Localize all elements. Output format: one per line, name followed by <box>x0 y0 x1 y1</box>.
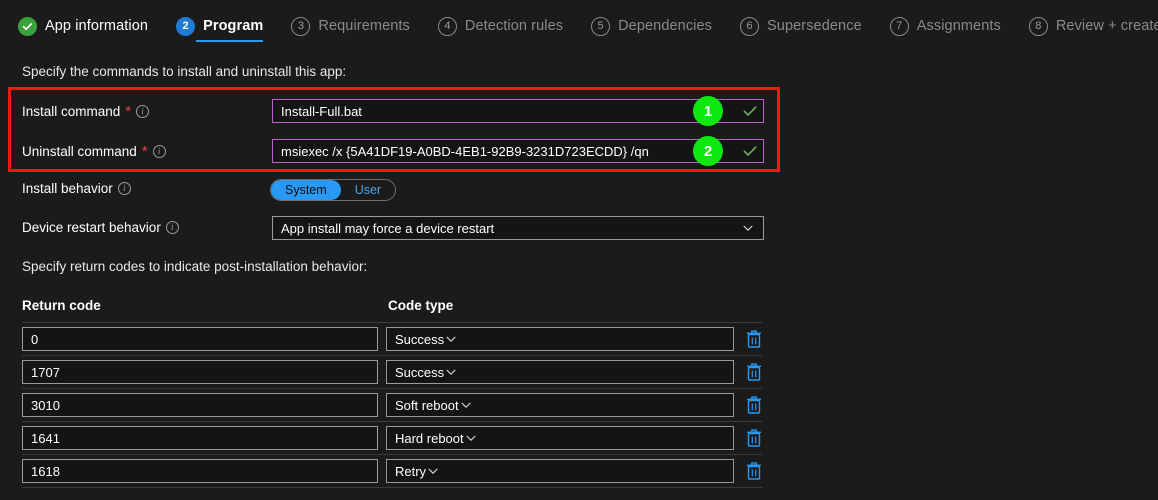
wizard-step-nav: App information 2 Program 3 Requirements… <box>0 0 1158 52</box>
info-icon[interactable]: i <box>152 144 166 158</box>
delete-row-button[interactable] <box>746 363 762 381</box>
uninstall-command-label-text: Uninstall command <box>22 143 137 159</box>
chevron-down-icon <box>444 365 458 379</box>
install-command-row: Install command * i <box>0 98 790 124</box>
check-circle-icon <box>18 16 37 36</box>
wizard-step-label: Requirements <box>318 18 410 34</box>
device-restart-behavior-value: App install may force a device restart <box>281 220 495 236</box>
info-icon[interactable]: i <box>117 182 131 195</box>
uninstall-command-label: Uninstall command * i <box>22 144 166 159</box>
device-restart-behavior-label-text: Device restart behavior <box>22 220 161 235</box>
install-behavior-label: Install behavior i <box>22 181 131 196</box>
uninstall-command-row: Uninstall command * i <box>0 138 790 164</box>
chevron-down-icon <box>741 221 755 235</box>
column-header-code-type: Code type <box>388 298 454 313</box>
wizard-step-dependencies[interactable]: 5 Dependencies <box>591 0 726 52</box>
required-asterisk: * <box>125 102 132 120</box>
wizard-step-label: Detection rules <box>464 18 564 34</box>
install-behavior-label-text: Install behavior <box>22 181 113 196</box>
return-code-input[interactable] <box>22 360 378 384</box>
device-restart-behavior-label: Device restart behavior i <box>22 220 179 235</box>
return-codes-table: Return code Code type Success <box>22 298 762 488</box>
table-header-row: Return code Code type <box>22 298 762 322</box>
wizard-step-label: Review + create <box>1055 18 1158 34</box>
code-type-select[interactable]: Soft reboot <box>385 393 734 417</box>
wizard-step-label: Supersedence <box>767 18 862 34</box>
valid-check-icon <box>742 143 758 159</box>
code-type-select[interactable]: Hard reboot <box>385 426 734 450</box>
wizard-step-label: Dependencies <box>618 18 713 34</box>
table-row-divider <box>22 487 762 488</box>
return-codes-section-heading: Specify return codes to indicate post-in… <box>22 259 368 274</box>
code-type-value: Hard reboot <box>394 430 464 446</box>
wizard-step-supersedence[interactable]: 6 Supersedence <box>740 0 876 52</box>
column-header-return-code: Return code <box>22 298 101 313</box>
code-type-value: Soft reboot <box>394 397 459 413</box>
step-number-badge: 2 <box>176 16 196 36</box>
wizard-step-review-create[interactable]: 8 Review + create <box>1028 0 1158 52</box>
step-number-badge: 4 <box>437 16 457 36</box>
delete-row-button[interactable] <box>746 396 762 414</box>
wizard-step-label: Program <box>203 18 264 34</box>
step-number-badge: 3 <box>291 16 311 36</box>
wizard-step-app-information[interactable]: App information <box>18 0 162 52</box>
info-icon[interactable]: i <box>136 104 150 118</box>
table-row: Hard reboot <box>22 422 762 454</box>
install-behavior-option-system[interactable]: System <box>271 180 341 200</box>
return-code-input[interactable] <box>22 459 378 483</box>
wizard-step-assignments[interactable]: 7 Assignments <box>889 0 1015 52</box>
annotation-marker-2: 2 <box>693 136 723 166</box>
code-type-value: Success <box>394 364 445 380</box>
wizard-step-label: App information <box>45 18 149 34</box>
table-row: Success <box>22 356 762 388</box>
uninstall-command-input[interactable] <box>272 139 764 163</box>
wizard-step-label: Assignments <box>916 18 1001 34</box>
table-row: Success <box>22 323 762 355</box>
table-row: Soft reboot <box>22 389 762 421</box>
step-number-badge: 6 <box>740 16 760 36</box>
code-type-select[interactable]: Success <box>385 327 734 351</box>
step-number-badge: 8 <box>1028 16 1048 36</box>
return-code-input[interactable] <box>22 393 378 417</box>
code-type-value: Success <box>394 331 445 347</box>
delete-row-button[interactable] <box>746 330 762 348</box>
return-code-input[interactable] <box>22 327 378 351</box>
chevron-down-icon <box>444 332 458 346</box>
code-type-select[interactable]: Success <box>385 360 734 384</box>
table-row: Retry <box>22 455 762 487</box>
chevron-down-icon <box>426 464 440 478</box>
program-step-page: App information 2 Program 3 Requirements… <box>0 0 1158 500</box>
install-behavior-toggle[interactable]: System User <box>270 179 397 201</box>
chevron-down-icon <box>464 431 478 445</box>
valid-check-icon <box>742 103 758 119</box>
install-command-label-text: Install command <box>22 103 121 119</box>
commands-section-heading: Specify the commands to install and unin… <box>22 64 347 79</box>
info-icon[interactable]: i <box>165 221 179 234</box>
annotation-marker-1: 1 <box>693 96 723 126</box>
install-behavior-option-user[interactable]: User <box>341 180 395 200</box>
wizard-step-detection-rules[interactable]: 4 Detection rules <box>437 0 577 52</box>
chevron-down-icon <box>459 398 473 412</box>
delete-row-button[interactable] <box>746 429 762 447</box>
wizard-step-program[interactable]: 2 Program <box>176 0 277 52</box>
code-type-value: Retry <box>394 463 427 479</box>
step-number-badge: 7 <box>889 16 909 36</box>
required-asterisk: * <box>141 142 148 160</box>
install-command-label: Install command * i <box>22 102 150 120</box>
delete-row-button[interactable] <box>746 462 762 480</box>
code-type-select[interactable]: Retry <box>385 459 734 483</box>
install-command-input[interactable] <box>272 99 764 123</box>
wizard-step-requirements[interactable]: 3 Requirements <box>291 0 423 52</box>
return-code-input[interactable] <box>22 426 378 450</box>
step-number-badge: 5 <box>591 16 611 36</box>
device-restart-behavior-select[interactable]: App install may force a device restart <box>272 216 764 240</box>
